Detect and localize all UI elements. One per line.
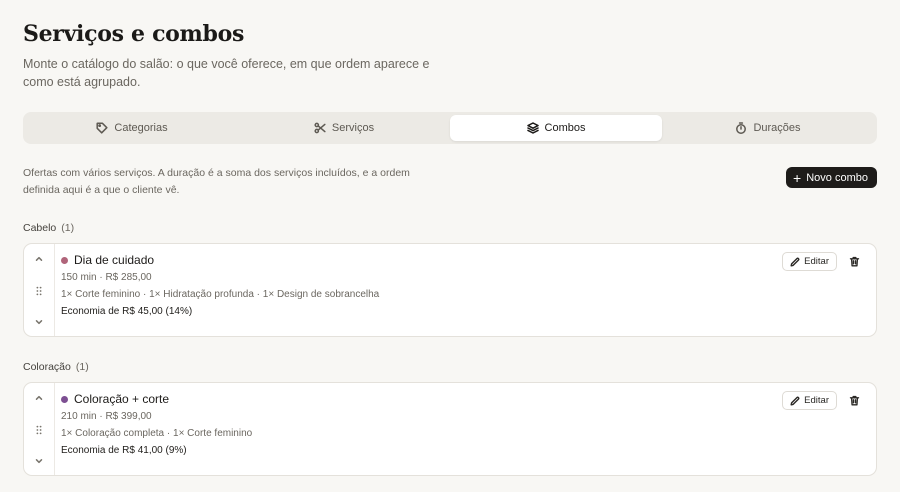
chevron-up-icon[interactable] [34, 254, 44, 264]
layers-icon [526, 122, 539, 134]
reorder-controls [24, 383, 55, 475]
color-dot [61, 395, 68, 403]
combo-services: 1× Coloração completa · 1× Corte feminin… [61, 428, 253, 439]
tab-label: Combos [544, 122, 586, 134]
group-count: (1) [75, 361, 89, 373]
pencil-icon [790, 396, 800, 405]
plus-icon: + [793, 169, 802, 186]
edit-button[interactable]: Editar [782, 252, 837, 271]
edit-label: Editar [804, 256, 829, 267]
drag-handle-icon[interactable] [35, 425, 43, 435]
new-combo-button[interactable]: + Novo combo [786, 167, 877, 188]
group-heading: Cabelo (1) [23, 222, 74, 234]
reorder-controls [24, 244, 55, 336]
tag-icon [96, 122, 108, 134]
combos-description: Ofertas com vários serviços. A duração é… [23, 167, 410, 196]
chevron-down-icon[interactable] [34, 317, 44, 327]
page-title: Serviços e combos [23, 21, 245, 47]
tab-categorias[interactable]: Categorias [26, 115, 238, 141]
combo-details: Dia de cuidado 150 min · R$ 285,00 1× Co… [61, 253, 379, 317]
tab-combos[interactable]: Combos [450, 115, 662, 141]
combo-savings: Economia de R$ 45,00 (14%) [61, 306, 193, 317]
combo-services: 1× Corte feminino · 1× Hidratação profun… [61, 289, 380, 300]
tab-label: Categorias [114, 122, 168, 134]
edit-button[interactable]: Editar [782, 391, 837, 410]
tab-duracoes[interactable]: Durações [662, 115, 874, 141]
trash-icon [849, 256, 859, 266]
group-name: Cabelo [23, 222, 57, 234]
new-combo-label: Novo combo [806, 171, 868, 184]
drag-handle-icon[interactable] [35, 286, 43, 296]
combo-duration-price: 150 min · R$ 285,00 [61, 272, 152, 283]
tab-label: Durações [753, 122, 801, 134]
chevron-up-icon[interactable] [34, 393, 44, 403]
edit-label: Editar [804, 395, 829, 406]
delete-button[interactable] [847, 393, 861, 407]
combo-details: Coloração + corte 210 min · R$ 399,00 1×… [61, 392, 252, 456]
delete-button[interactable] [847, 254, 861, 268]
combo-card: Dia de cuidado 150 min · R$ 285,00 1× Co… [23, 243, 877, 337]
combo-savings: Economia de R$ 41,00 (9%) [61, 445, 187, 456]
page-subtitle: Monte o catálogo do salão: o que você of… [23, 57, 430, 89]
group-count: (1) [61, 222, 75, 234]
tab-servicos[interactable]: Serviços [238, 115, 450, 141]
color-dot [61, 256, 68, 264]
group-name: Coloração [23, 361, 71, 373]
combo-card: Coloração + corte 210 min · R$ 399,00 1×… [23, 382, 877, 476]
tab-label: Serviços [331, 122, 375, 134]
group-heading: Coloração (1) [23, 361, 89, 373]
combo-duration-price: 210 min · R$ 399,00 [61, 411, 152, 422]
scissors-icon [314, 122, 326, 134]
chevron-down-icon[interactable] [34, 456, 44, 466]
combo-name: Dia de cuidado [74, 253, 155, 267]
timer-icon [736, 122, 747, 134]
trash-icon [849, 395, 859, 405]
pencil-icon [790, 257, 800, 266]
tab-bar: Categorias Serviços Combos Durações [23, 112, 877, 144]
combo-name: Coloração + corte [74, 392, 170, 406]
